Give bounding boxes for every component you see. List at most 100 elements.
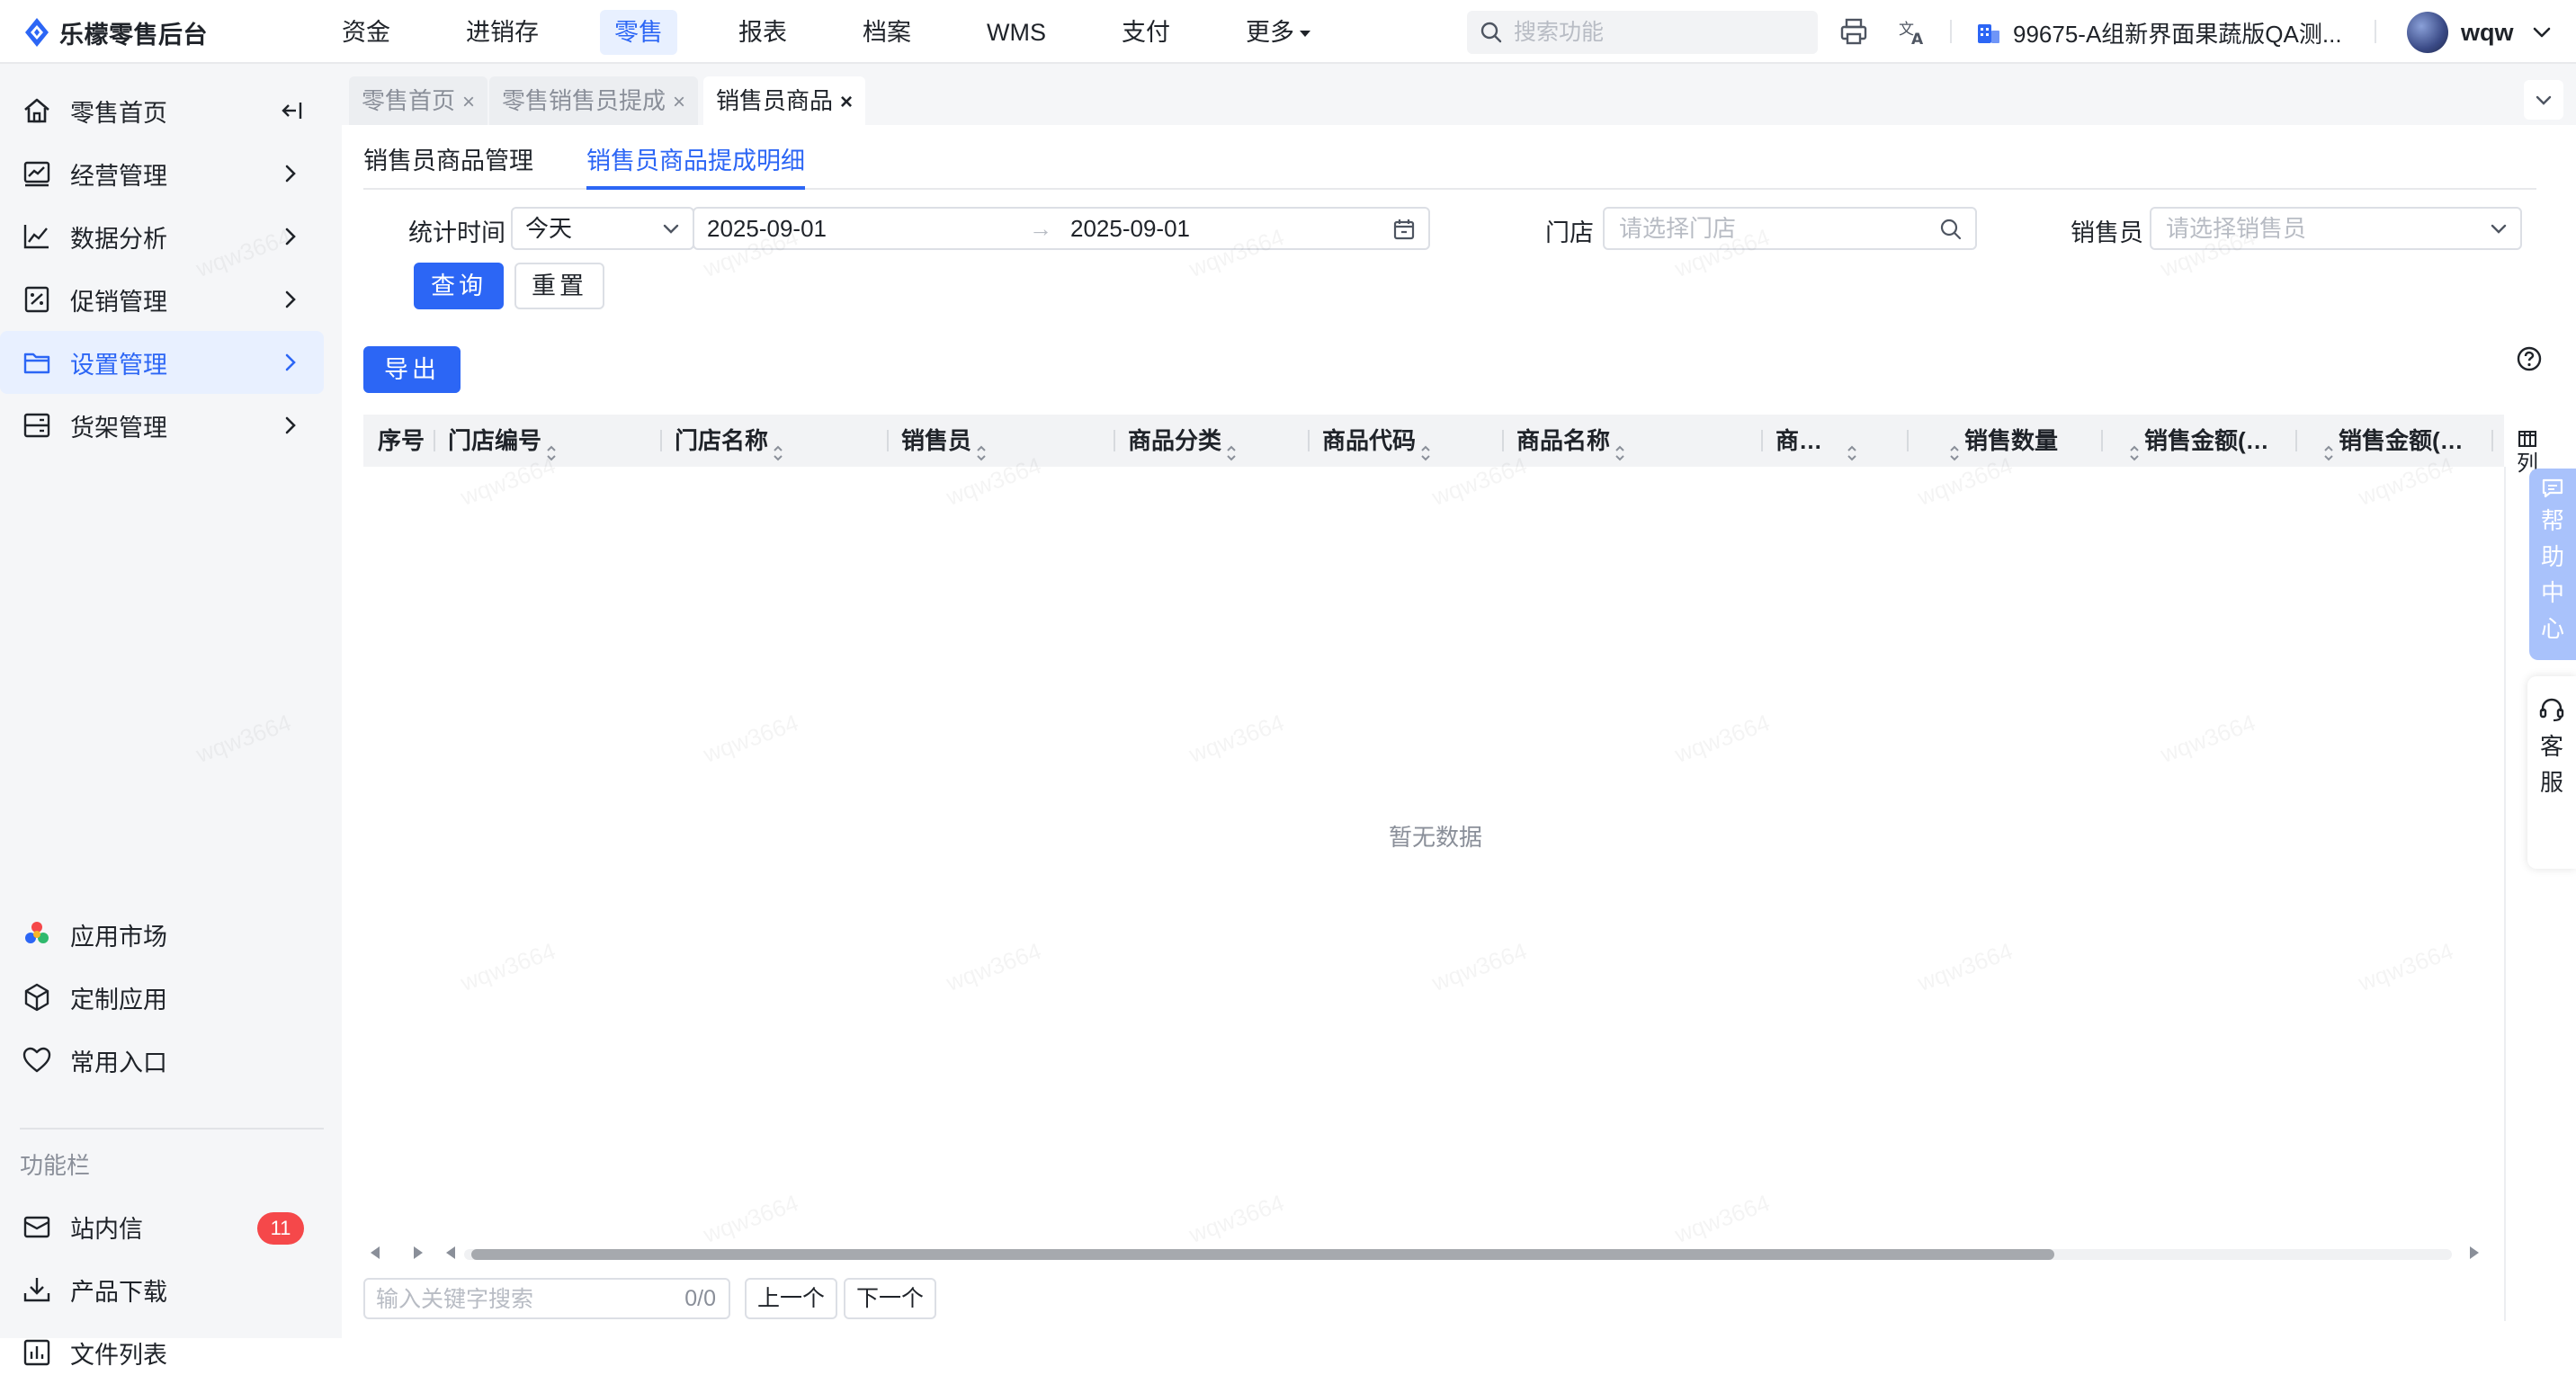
scroll-right-arrow-icon[interactable] (2470, 1246, 2479, 1259)
table-header: 序号 门店编号 门店名称 销售员 商品分类 商品代码 商品名称 商… 销售数量 … (363, 415, 2504, 467)
sidebar-item-inbox[interactable]: 站内信 11 (0, 1195, 324, 1258)
user-menu[interactable]: wqw (2407, 11, 2554, 54)
translate-icon[interactable]: 文A (1898, 16, 1928, 47)
horizontal-scrollbar[interactable] (363, 1238, 2500, 1269)
scrollbar-thumb[interactable] (471, 1249, 2054, 1260)
app-market-icon (22, 919, 52, 950)
next-match-button[interactable]: 下一个 (844, 1278, 937, 1319)
col-header-sales-amount-1[interactable]: 销售金额(… (2128, 415, 2269, 467)
mail-icon (22, 1211, 52, 1242)
subtab-seller-goods-management[interactable]: 销售员商品管理 (363, 143, 533, 186)
sidebar-item-downloads[interactable]: 产品下载 (0, 1258, 324, 1321)
sidebar-item-shelf[interactable]: 货架管理 (0, 394, 324, 457)
chevron-right-icon (279, 414, 302, 437)
svg-text:A: A (1911, 31, 1924, 47)
topnav-item-payment[interactable]: 支付 (1107, 10, 1185, 55)
col-header-label: 销售员 (901, 427, 972, 454)
col-header-sales-amount-2[interactable]: 销售金额(… (2322, 415, 2464, 467)
page-tabs-bar: 零售首页 × 零售销售员提成 × 销售员商品 × (342, 64, 2576, 125)
seller-label: 销售员 (2071, 219, 2143, 246)
page-tab-seller-goods[interactable]: 销售员商品 × (703, 76, 866, 125)
store-select[interactable]: 请选择门店 (1603, 207, 1977, 250)
time-preset-select[interactable]: 今天 (511, 207, 694, 250)
scroll-left-arrow-icon[interactable] (371, 1246, 380, 1259)
seller-select[interactable]: 请选择销售员 (2150, 207, 2522, 250)
collapse-sidebar-icon[interactable] (279, 97, 306, 124)
topnav-item-wms[interactable]: WMS (972, 10, 1060, 55)
col-header-category[interactable]: 商品分类 (1128, 415, 1238, 467)
sidebar-item-operations[interactable]: 经营管理 (0, 142, 324, 205)
topnav-item-archive[interactable]: 档案 (848, 10, 926, 55)
date-end[interactable]: 2025-09-01 (1070, 209, 1190, 248)
seller-placeholder: 请选择销售员 (2166, 215, 2307, 242)
prev-match-button[interactable]: 上一个 (745, 1278, 838, 1319)
printer-icon[interactable] (1838, 16, 1869, 47)
sidebar-item-promotion[interactable]: 促销管理 (0, 268, 324, 331)
chevron-right-icon (279, 351, 302, 374)
help-circle-icon[interactable] (2515, 344, 2544, 373)
sidebar-item-settings[interactable]: 设置管理 (0, 331, 324, 394)
divider (1950, 20, 1952, 43)
file-list-icon (22, 1337, 52, 1368)
divider (20, 1128, 324, 1130)
page-tab-seller-commission[interactable]: 零售销售员提成 × (489, 76, 699, 125)
topnav-item-more[interactable]: 更多 (1231, 10, 1325, 55)
subtab-seller-goods-commission-detail[interactable]: 销售员商品提成明细 (586, 143, 805, 190)
close-icon[interactable]: × (840, 90, 853, 114)
tabs-dropdown-button[interactable] (2524, 80, 2563, 120)
search-icon (1480, 21, 1503, 44)
col-header-goods-code[interactable]: 商品代码 (1322, 415, 1432, 467)
scroll-right-arrow-icon[interactable] (414, 1246, 423, 1259)
reset-button[interactable]: 重置 (514, 263, 604, 309)
sidebar-item-data-analysis[interactable]: 数据分析 (0, 205, 324, 268)
sidebar-item-favorites[interactable]: 常用入口 (0, 1029, 324, 1092)
col-header-label: 门店名称 (675, 427, 769, 454)
close-icon[interactable]: × (462, 90, 475, 114)
keyword-search[interactable]: 0/0 (363, 1278, 730, 1319)
search-icon (1939, 218, 1963, 241)
app-logo[interactable]: 乐檬零售后台 (23, 14, 208, 50)
sort-icon (1614, 431, 1626, 461)
sidebar-item-label: 设置管理 (70, 351, 167, 379)
sidebar-item-custom-apps[interactable]: 定制应用 (0, 966, 324, 1029)
scroll-left-arrow-icon[interactable] (446, 1246, 455, 1259)
col-header-seller[interactable]: 销售员 (901, 415, 988, 467)
sidebar-item-file-list[interactable]: 文件列表 (0, 1321, 324, 1384)
date-start[interactable]: 2025-09-01 (707, 209, 827, 248)
help-center-char: 帮 (2540, 507, 2564, 534)
date-range-picker[interactable]: 2025-09-01 → 2025-09-01 (693, 207, 1430, 250)
topnav-item-inventory[interactable]: 进销存 (452, 10, 553, 55)
col-header-goods-more[interactable]: 商… (1775, 415, 1858, 467)
col-header-goods-name[interactable]: 商品名称 (1516, 415, 1626, 467)
download-icon (22, 1274, 52, 1305)
global-search-input[interactable] (1512, 18, 1803, 47)
column-divider (1907, 430, 1909, 451)
topnav-item-reports[interactable]: 报表 (724, 10, 801, 55)
match-count: 0/0 (684, 1286, 716, 1311)
sidebar-item-app-market[interactable]: 应用市场 (0, 903, 324, 966)
export-button[interactable]: 导出 (363, 346, 461, 393)
topnav-item-funds[interactable]: 资金 (327, 10, 405, 55)
column-divider (2101, 430, 2103, 451)
column-divider (1308, 430, 1310, 451)
customer-service-char: 服 (2539, 769, 2563, 796)
calendar-icon[interactable] (1392, 218, 1416, 241)
query-button[interactable]: 查询 (414, 263, 504, 309)
help-center-button[interactable]: 帮 助 中 心 (2529, 469, 2576, 660)
global-search[interactable] (1467, 11, 1818, 54)
customer-service-button[interactable]: 客 服 (2527, 676, 2576, 869)
topnav-item-retail[interactable]: 零售 (600, 10, 677, 55)
sidebar-item-retail-home[interactable]: 零售首页 (0, 79, 324, 142)
page-tab-retail-home[interactable]: 零售首页 × (349, 76, 488, 125)
col-header-label: 销售金额(… (2339, 427, 2464, 454)
keyword-search-input[interactable] (374, 1280, 648, 1319)
sidebar-item-label: 促销管理 (70, 288, 167, 316)
org-switcher[interactable]: 99675-A组新界面果蔬版QA测... (1975, 14, 2342, 50)
divider (2375, 20, 2376, 43)
close-icon[interactable]: × (673, 90, 685, 114)
sort-icon (545, 431, 558, 461)
col-header-store-name[interactable]: 门店名称 (675, 415, 784, 467)
col-header-store-code[interactable]: 门店编号 (448, 415, 558, 467)
help-center-char: 中 (2540, 579, 2564, 606)
col-header-sales-qty[interactable]: 销售数量 (1948, 415, 2058, 467)
